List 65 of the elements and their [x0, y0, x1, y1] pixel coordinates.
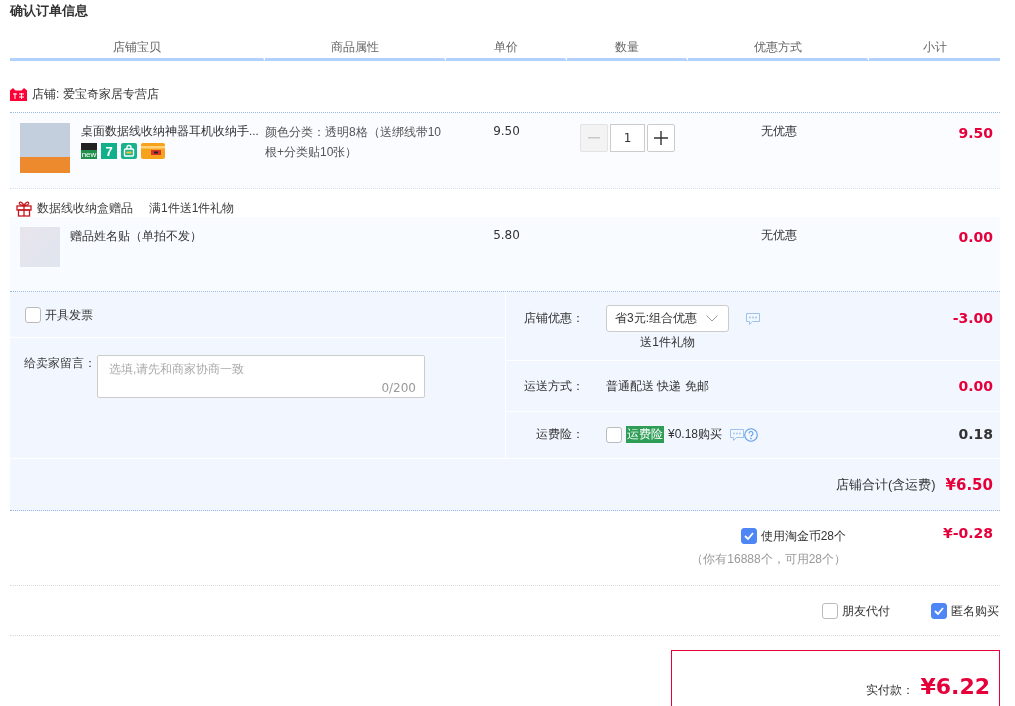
photo-placeholder — [20, 227, 60, 267]
check-icon — [743, 532, 754, 540]
option-label: 朋友代付 — [842, 602, 890, 619]
discount-text: 无优惠 — [760, 124, 797, 138]
gift-note: 送1件礼物 — [640, 334, 695, 350]
shop-name-link[interactable]: 店铺: 爱宝奇家居专营店 — [32, 86, 159, 102]
subtotal: 9.50 — [958, 125, 993, 141]
check-icon — [934, 606, 944, 615]
discount-text: 无优惠 — [760, 228, 797, 242]
shop-total-amount: ¥6.50 — [945, 475, 993, 494]
column-header: 商品属性 — [265, 36, 446, 61]
gift-group-title: 数据线收纳盒赠品 — [37, 200, 133, 217]
product-title-link[interactable]: 桌面数据线收纳神器耳机收纳手... — [81, 123, 259, 139]
product-attributes: 颜色分类：透明8格（送绑线带10根+分类贴10张） — [265, 124, 443, 161]
plus-icon — [654, 131, 668, 145]
store-badge-icon — [10, 87, 27, 101]
new-badge: new — [81, 143, 97, 159]
checkbox[interactable] — [606, 426, 622, 443]
gift-item-name[interactable]: 赠品姓名贴（单拍不发） — [70, 228, 202, 244]
subtotal: 0.00 — [958, 229, 993, 245]
unit-price: 9.50 — [493, 124, 520, 138]
insurance-tag: 运费险 — [626, 426, 664, 443]
comment-icon[interactable] — [730, 428, 745, 441]
column-header: 店铺宝贝 — [10, 36, 265, 61]
payment-amount: ¥6.22 — [920, 673, 990, 701]
insurance-price: ¥0.18购买 — [668, 426, 723, 443]
option-label: 匿名购买 — [951, 602, 999, 619]
coins-label: 使用淘金币28个 — [760, 528, 846, 544]
quantity-field[interactable]: 1 — [610, 124, 645, 152]
character-counter: 0/200 — [381, 381, 416, 395]
discount-amount: -3.00 — [952, 309, 993, 328]
shipping-label: 运送方式： — [524, 377, 584, 395]
column-header: 小计 — [869, 36, 1000, 61]
coins-note: （你有16888个，可用28个） — [691, 551, 846, 567]
insurance-label: 运费险： — [536, 426, 584, 443]
shopping-bag-icon — [121, 143, 137, 159]
comment-icon[interactable] — [746, 313, 760, 325]
photo-placeholder — [20, 123, 70, 173]
checkbox[interactable] — [25, 306, 41, 323]
checkbox[interactable] — [822, 602, 838, 619]
column-header: 优惠方式 — [688, 36, 869, 61]
column-header: 单价 — [446, 36, 567, 61]
message-label: 给卖家留言： — [24, 355, 96, 371]
page-title: 确认订单信息 — [8, 2, 88, 20]
checkbox[interactable] — [931, 602, 947, 619]
shipping-method: 普通配送 快递 免邮 — [606, 377, 709, 395]
return-days-badge: 7 — [101, 143, 117, 159]
unit-price: 5.80 — [493, 228, 520, 242]
discount-dropdown[interactable]: 省3元:组合优惠 — [606, 305, 729, 332]
shop-total-label: 店铺合计(含运费) — [835, 475, 936, 494]
shipping-amount: 0.00 — [958, 376, 993, 396]
invoice-label: 开具发票 — [45, 306, 93, 323]
coins-amount: ¥-0.28 — [942, 525, 993, 541]
gift-icon — [16, 199, 32, 217]
help-icon[interactable] — [744, 427, 759, 442]
shop-discount-label: 店铺优惠： — [524, 310, 584, 327]
minus-icon — [588, 137, 600, 139]
gift-rule: 满1件送1件礼物 — [149, 200, 235, 217]
card-icon — [141, 143, 165, 159]
chevron-down-icon — [706, 315, 718, 322]
payment-label: 实付款： — [866, 682, 915, 699]
column-header: 数量 — [567, 36, 688, 61]
increase-button[interactable] — [647, 124, 675, 152]
insurance-amount: 0.18 — [958, 425, 993, 444]
checkbox[interactable] — [740, 528, 757, 544]
